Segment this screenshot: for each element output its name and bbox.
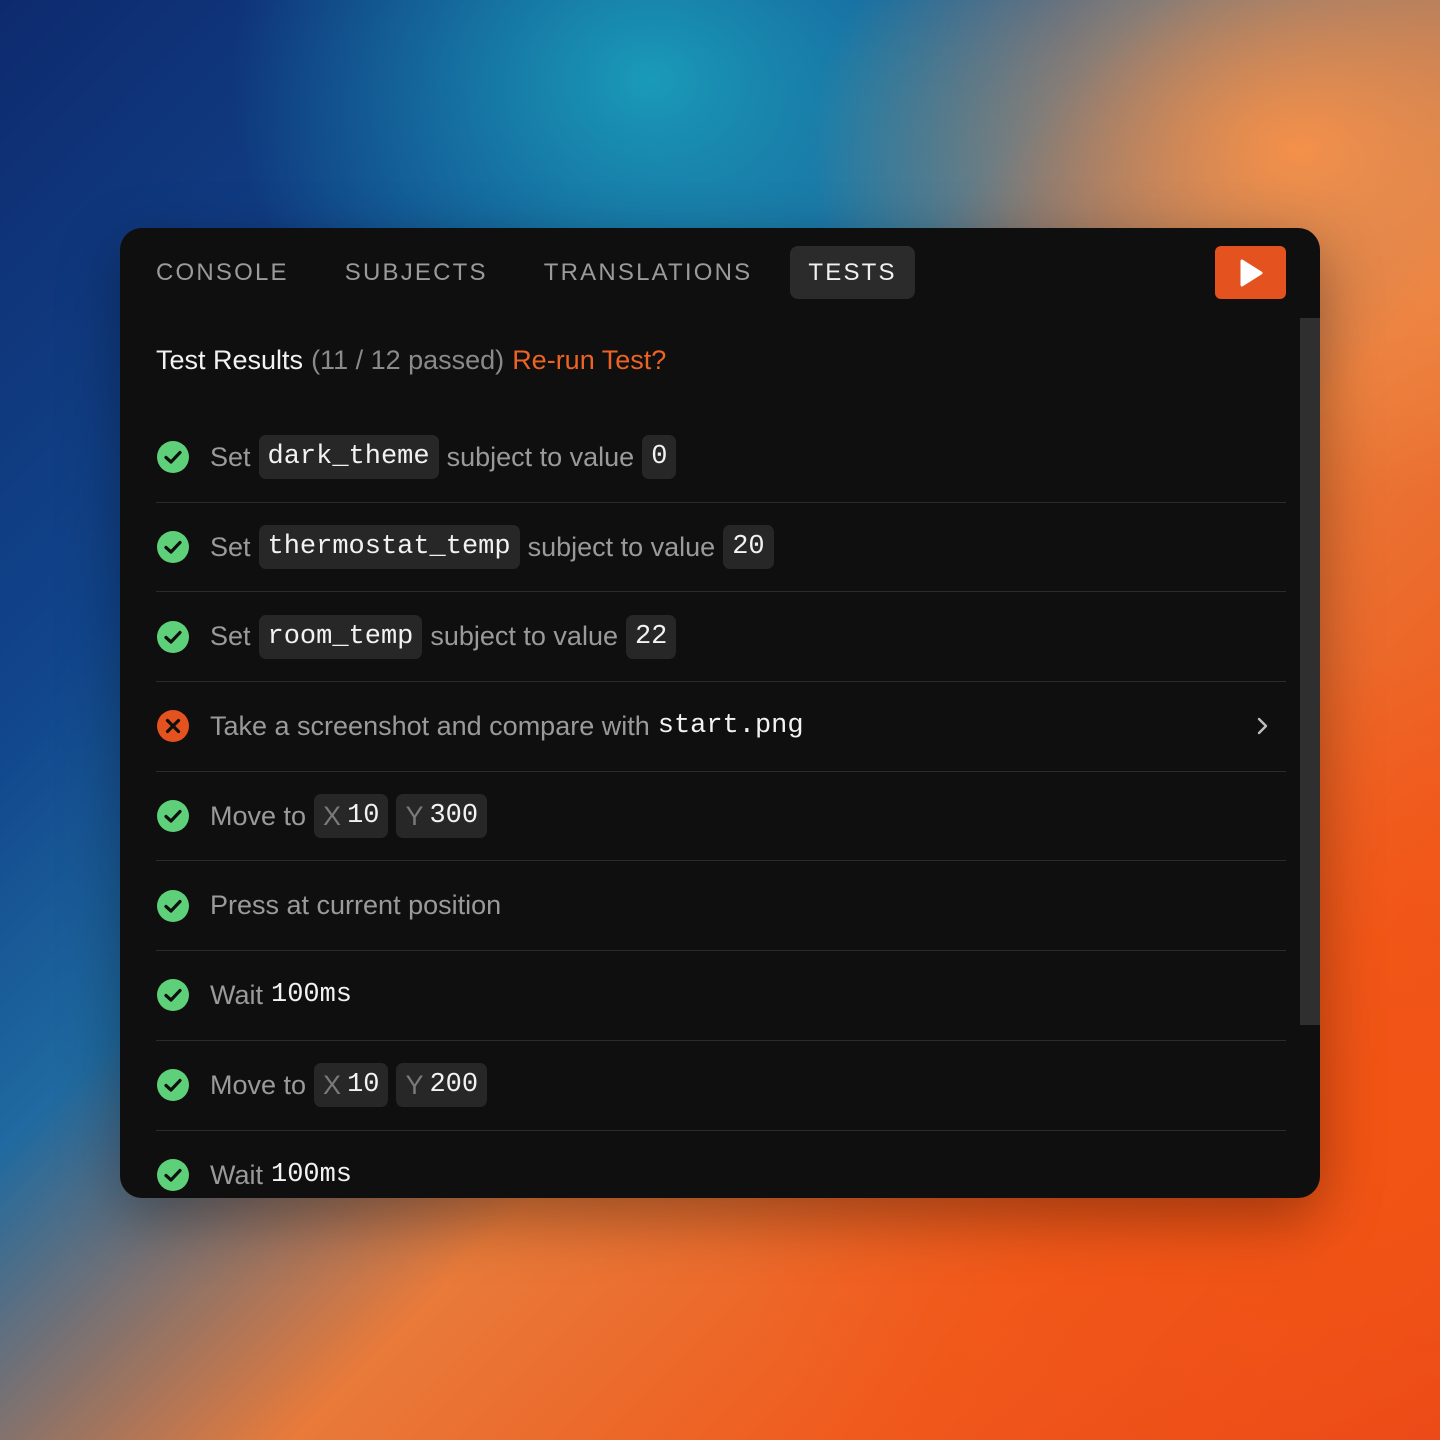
test-row: Set dark_theme subject to value 0: [156, 413, 1286, 503]
step-text: subject to value: [527, 531, 716, 562]
tests-panel: CONSOLE SUBJECTS TRANSLATIONS TESTS Test…: [120, 228, 1320, 1198]
subject-chip: dark_theme: [258, 435, 439, 480]
step-text: Press at current position: [210, 890, 502, 921]
step-text: subject to value: [430, 621, 618, 652]
subject-chip: thermostat_temp: [258, 525, 520, 570]
y-value: 200: [429, 1070, 479, 1101]
error-circle-icon: [157, 710, 189, 743]
check-circle-icon: [157, 1159, 189, 1192]
test-row: Move to X 10 Y 300: [156, 772, 1286, 862]
step-text: Set: [210, 531, 251, 562]
test-row: Set room_temp subject to value 22: [156, 592, 1286, 683]
rerun-link[interactable]: Re-run Test?: [512, 345, 666, 376]
test-row-failed[interactable]: Take a screenshot and compare with start…: [156, 682, 1286, 772]
duration-value: 100ms: [271, 1160, 353, 1191]
check-circle-icon: [157, 979, 189, 1012]
test-row: Set thermostat_temp subject to value 20: [156, 503, 1286, 593]
file-name: start.png: [657, 711, 804, 742]
chevron-right-icon[interactable]: [1252, 714, 1272, 738]
tab-bar: CONSOLE SUBJECTS TRANSLATIONS TESTS: [120, 246, 915, 299]
tab-tests[interactable]: TESTS: [790, 246, 915, 299]
x-coordinate-chip: X 10: [314, 1063, 389, 1108]
check-circle-icon: [157, 889, 189, 922]
tab-console[interactable]: CONSOLE: [138, 246, 307, 299]
y-label: Y: [405, 1069, 424, 1100]
step-text: subject to value: [446, 441, 635, 472]
play-icon: [1240, 259, 1262, 286]
x-value: 10: [347, 801, 380, 832]
tab-subjects[interactable]: SUBJECTS: [327, 246, 506, 299]
value-chip: 20: [723, 525, 774, 570]
step-text: Set: [210, 441, 251, 472]
check-circle-icon: [157, 620, 189, 653]
check-circle-icon: [157, 531, 189, 564]
y-value: 300: [429, 801, 479, 832]
y-label: Y: [405, 800, 424, 831]
test-row: Move to X 10 Y 200: [156, 1041, 1286, 1131]
test-row: Press at current position: [156, 861, 1286, 952]
check-circle-icon: [157, 800, 189, 833]
step-text: Move to: [210, 800, 307, 831]
x-label: X: [323, 800, 342, 831]
scrollbar[interactable]: [1300, 318, 1320, 1025]
step-text: Move to: [210, 1069, 307, 1100]
run-button[interactable]: [1215, 246, 1286, 299]
results-title: Test Results: [156, 345, 304, 375]
step-text: Wait: [210, 979, 263, 1010]
tab-translations[interactable]: TRANSLATIONS: [526, 246, 771, 299]
value-chip: 0: [642, 435, 677, 480]
y-coordinate-chip: Y 300: [396, 794, 488, 839]
step-text: Wait: [210, 1159, 263, 1190]
x-value: 10: [347, 1070, 380, 1101]
step-text: Take a screenshot and compare with: [210, 710, 650, 741]
y-coordinate-chip: Y 200: [396, 1063, 488, 1108]
test-row: Wait 100ms: [156, 951, 1286, 1041]
test-list: Set dark_theme subject to value 0 Set th…: [156, 413, 1286, 1198]
check-circle-icon: [157, 1069, 189, 1102]
subject-chip: room_temp: [258, 614, 423, 659]
check-circle-icon: [157, 441, 189, 474]
step-text: Set: [210, 621, 251, 652]
results-count: (11 / 12 passed): [311, 345, 505, 375]
x-label: X: [323, 1069, 342, 1100]
test-results: Test Results (11 / 12 passed) Re-run Tes…: [156, 318, 1286, 1198]
duration-value: 100ms: [271, 980, 353, 1011]
test-row: Wait 100ms: [156, 1131, 1286, 1199]
x-coordinate-chip: X 10: [314, 794, 389, 839]
results-header: Test Results (11 / 12 passed) Re-run Tes…: [156, 318, 1286, 413]
value-chip: 22: [625, 614, 677, 659]
